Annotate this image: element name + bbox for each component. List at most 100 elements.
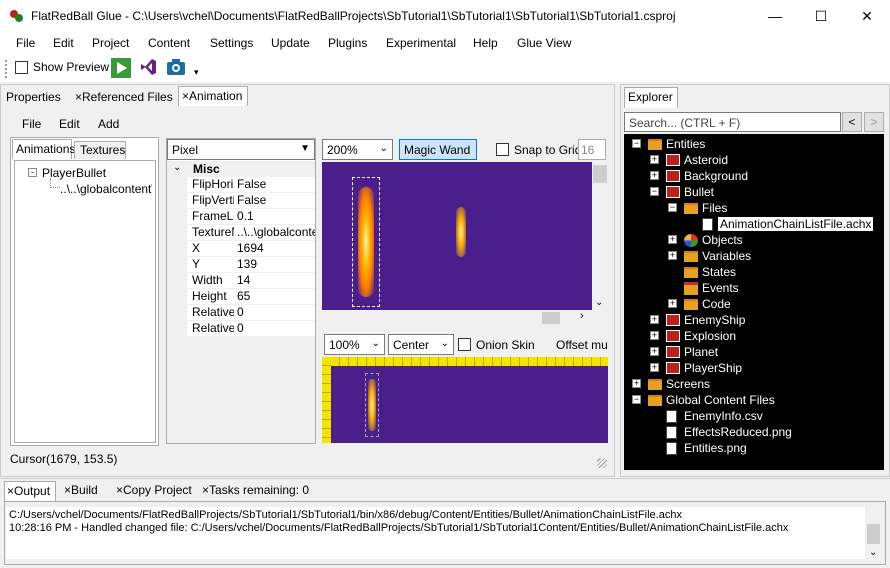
open-visual-studio-button[interactable] <box>137 57 159 79</box>
tab-animations[interactable]: Animations <box>12 139 75 159</box>
explorer-tree-item[interactable]: + Screens <box>632 376 884 392</box>
menu-plugins[interactable]: Plugins <box>328 36 367 50</box>
collapse-icon[interactable]: − <box>632 395 641 404</box>
close-icon[interactable]: × <box>64 483 71 497</box>
property-value[interactable]: ..\..\globalconte <box>237 225 315 239</box>
property-category-row[interactable]: ⌄ Misc <box>167 161 315 177</box>
menu-file[interactable]: File <box>16 36 35 50</box>
expand-icon[interactable]: + <box>650 331 659 340</box>
texture-hscrollbar[interactable]: › <box>322 310 592 326</box>
explorer-tree-item[interactable]: States <box>668 264 884 280</box>
chevron-down-icon[interactable]: ⌄ <box>595 297 603 308</box>
tab-output[interactable]: ×Output <box>4 481 56 501</box>
menu-settings[interactable]: Settings <box>210 36 253 50</box>
expand-icon[interactable]: + <box>650 155 659 164</box>
explorer-tree-item[interactable]: + Explosion <box>650 328 884 344</box>
menu-project[interactable]: Project <box>92 36 129 50</box>
explorer-tree-item[interactable]: + EnemyShip <box>650 312 884 328</box>
explorer-tree-item[interactable]: + Asteroid <box>650 152 884 168</box>
explorer-search-input[interactable]: Search... (CTRL + F) <box>624 112 841 132</box>
tab-textures[interactable]: Textures <box>74 141 126 159</box>
resize-grip-icon[interactable] <box>597 458 607 468</box>
property-row[interactable]: X 1694 <box>167 241 315 257</box>
scroll-thumb[interactable] <box>542 312 560 324</box>
close-icon[interactable]: × <box>116 483 123 497</box>
property-row[interactable]: FrameLength0.1 <box>167 209 315 225</box>
collapse-icon[interactable]: − <box>650 187 659 196</box>
property-value[interactable]: 139 <box>237 257 315 271</box>
toolbar-overflow-icon[interactable]: ▾ <box>194 67 199 78</box>
close-icon[interactable]: × <box>202 483 209 497</box>
explorer-tree-item[interactable]: AnimationChainListFile.achx <box>686 216 884 232</box>
menu-help[interactable]: Help <box>473 36 498 50</box>
tab-tasks[interactable]: ×Tasks remaining: 0 <box>202 483 309 497</box>
explorer-tree-item[interactable]: EnemyInfo.csv <box>650 408 884 424</box>
tree-item-frame[interactable]: ..\..\globalcontent\ <box>60 182 152 196</box>
menu-content[interactable]: Content <box>148 36 190 50</box>
forward-button[interactable]: > <box>864 112 884 132</box>
close-icon[interactable]: × <box>7 484 14 498</box>
property-row[interactable]: FlipHorizontalFalse <box>167 177 315 193</box>
menu-update[interactable]: Update <box>271 36 310 50</box>
property-value[interactable]: 0 <box>237 305 315 319</box>
animation-menu-file[interactable]: File <box>22 117 41 131</box>
explorer-tree-item[interactable]: + Background <box>650 168 884 184</box>
run-button[interactable] <box>110 57 132 79</box>
property-row[interactable]: Relative 0 <box>167 305 315 321</box>
minimize-button[interactable]: — <box>752 0 798 32</box>
close-icon[interactable]: × <box>182 89 189 103</box>
menu-experimental[interactable]: Experimental <box>386 36 456 50</box>
expand-icon[interactable]: + <box>668 251 677 260</box>
snap-size-input[interactable]: 16 <box>578 139 606 160</box>
explorer-tree-item[interactable]: − Entities <box>632 136 884 152</box>
texture-canvas[interactable] <box>322 162 592 310</box>
explorer-tree-item[interactable]: + Code <box>668 296 884 312</box>
property-value[interactable]: 0.1 <box>237 209 315 223</box>
close-icon[interactable]: × <box>75 90 82 104</box>
property-value[interactable]: 0 <box>237 321 315 335</box>
explorer-tree-item[interactable]: EffectsReduced.png <box>650 424 884 440</box>
property-row[interactable]: Width 14 <box>167 273 315 289</box>
output-vscrollbar[interactable]: ⌄ <box>865 507 882 559</box>
explorer-tree-item[interactable]: − Global Content Files <box>632 392 884 408</box>
expander-icon[interactable]: - <box>28 168 37 177</box>
maximize-button[interactable]: ☐ <box>798 0 844 32</box>
show-preview-checkbox[interactable] <box>15 61 28 74</box>
magic-wand-button[interactable]: Magic Wand <box>399 139 477 160</box>
expand-icon[interactable]: + <box>650 171 659 180</box>
chevron-right-icon[interactable]: › <box>580 310 584 322</box>
onion-skin-checkbox[interactable] <box>458 338 471 351</box>
explorer-tree-item[interactable]: − Files <box>668 200 884 216</box>
property-value[interactable]: 65 <box>237 289 315 303</box>
menu-glue-view[interactable]: Glue View <box>517 36 571 50</box>
expand-icon[interactable]: + <box>650 347 659 356</box>
snap-to-grid-checkbox[interactable] <box>496 143 509 156</box>
close-button[interactable]: ✕ <box>844 0 890 32</box>
texture-vscrollbar[interactable]: ⌄ <box>592 162 608 310</box>
chevron-down-icon[interactable]: ⌄ <box>869 547 877 558</box>
back-button[interactable]: < <box>842 112 862 132</box>
property-row[interactable]: Height 65 <box>167 289 315 305</box>
scroll-thumb[interactable] <box>867 524 880 544</box>
tab-animation[interactable]: ×Animation <box>178 86 248 107</box>
tab-explorer[interactable]: Explorer <box>624 87 678 108</box>
screenshot-button[interactable] <box>165 57 187 79</box>
expand-icon[interactable]: + <box>650 363 659 372</box>
expand-icon[interactable]: + <box>650 315 659 324</box>
property-row[interactable]: TextureName..\..\globalconte <box>167 225 315 241</box>
preview-alignment-combo[interactable]: Center ⌄ <box>388 334 454 355</box>
texture-zoom-combo[interactable]: 200% ⌄ <box>322 139 393 160</box>
collapse-icon[interactable]: − <box>632 139 641 148</box>
unit-type-combo[interactable]: Pixel ▼ <box>167 139 315 160</box>
animation-menu-add[interactable]: Add <box>98 117 119 131</box>
output-textbox[interactable]: C:/Users/vchel/Documents/FlatRedBallProj… <box>6 507 865 559</box>
collapse-icon[interactable]: − <box>668 203 677 212</box>
explorer-tree-item[interactable]: + Objects <box>668 232 884 248</box>
explorer-tree-item[interactable]: Events <box>668 280 884 296</box>
scroll-thumb[interactable] <box>593 165 607 183</box>
explorer-tree-item[interactable]: Entities.png <box>650 440 884 456</box>
property-value[interactable]: False <box>237 193 315 207</box>
property-value[interactable]: 1694 <box>237 241 315 255</box>
property-row[interactable]: Relative 0 <box>167 321 315 337</box>
menu-edit[interactable]: Edit <box>53 36 74 50</box>
